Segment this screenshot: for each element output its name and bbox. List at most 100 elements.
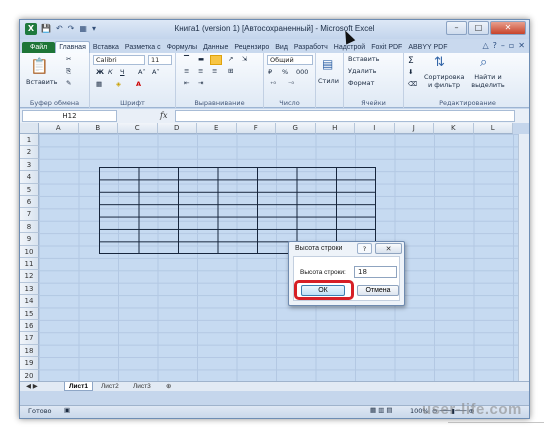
increase-indent-icon[interactable]: ⇥	[198, 79, 203, 88]
column-header-K[interactable]: K	[434, 123, 474, 134]
collapse-ribbon-icon[interactable]: △	[482, 41, 488, 50]
align-bottom-icon[interactable]	[210, 55, 222, 65]
tab-page-layout[interactable]: Разметка с	[122, 42, 164, 53]
fx-button[interactable]: fx	[160, 111, 167, 120]
sheet-tab-3[interactable]: Лист3	[129, 382, 155, 391]
ribbon-minimize-icon[interactable]: –	[501, 41, 505, 50]
format-cells-button[interactable]: Формат	[348, 79, 374, 88]
row-header-1[interactable]: 1	[20, 134, 39, 147]
sort-filter-icon[interactable]: ⇅	[434, 55, 445, 71]
tab-review[interactable]: Рецензиро	[231, 42, 272, 53]
dialog-help-button[interactable]: ?	[357, 243, 372, 254]
decrease-decimal-icon[interactable]: ⁻⁰	[288, 80, 294, 89]
tab-view[interactable]: Вид	[272, 42, 291, 53]
paste-button[interactable]: Вставить	[26, 78, 57, 87]
cancel-button[interactable]: Отмена	[357, 285, 399, 296]
row-header-2[interactable]: 2	[20, 146, 39, 159]
column-header-D[interactable]: D	[157, 123, 197, 134]
macro-record-icon[interactable]: ▣	[64, 406, 70, 415]
orientation-icon[interactable]: ↗	[228, 55, 233, 64]
column-header-J[interactable]: J	[394, 123, 434, 134]
styles-button[interactable]: Стили	[318, 77, 339, 86]
tab-file[interactable]: Файл	[22, 42, 56, 53]
merge-icon[interactable]: ⊞	[228, 67, 233, 76]
align-top-icon[interactable]: ▔	[184, 55, 189, 64]
font-size-box[interactable]: 11	[148, 55, 172, 65]
column-header-G[interactable]: G	[276, 123, 316, 134]
column-header-C[interactable]: C	[118, 123, 158, 134]
row-header-16[interactable]: 16	[20, 320, 39, 333]
worksheet-grid[interactable]: A B C D E F G H I J K L 1 2 3 4 5 6 7 8 9 10 11 12 13 14 15 16 17 18 1…	[20, 123, 529, 381]
row-header-13[interactable]: 13	[20, 282, 39, 296]
decrease-indent-icon[interactable]: ⇤	[184, 79, 189, 88]
delete-cells-button[interactable]: Удалить	[348, 67, 376, 76]
tab-abbyy[interactable]: ABBYY PDF	[405, 42, 450, 53]
view-buttons-icon[interactable]: ▦ ▥ ▤	[370, 406, 393, 415]
formula-input[interactable]	[175, 110, 515, 122]
font-name-box[interactable]: Calibri	[93, 55, 145, 65]
row-header-5[interactable]: 5	[20, 183, 39, 196]
sheet-tab-active[interactable]: Лист1	[64, 382, 93, 391]
format-painter-icon[interactable]: ✎	[66, 79, 71, 88]
sheet-tab-2[interactable]: Лист2	[97, 382, 123, 391]
number-format-box[interactable]: Общий	[267, 55, 313, 65]
column-header-B[interactable]: B	[78, 123, 118, 134]
currency-icon[interactable]: ₽	[268, 68, 272, 77]
row-header-6[interactable]: 6	[20, 196, 39, 209]
align-right-icon[interactable]: ≡	[212, 67, 217, 76]
grow-font-button[interactable]: A˄	[138, 68, 146, 77]
minimize-button[interactable]: –	[446, 21, 467, 35]
align-middle-icon[interactable]: ▬	[198, 55, 204, 64]
select-all-corner[interactable]	[20, 123, 39, 134]
underline-button[interactable]: Ч	[120, 68, 124, 77]
fill-color-icon[interactable]: ◈	[116, 80, 121, 89]
align-center-icon[interactable]: ≡	[198, 67, 203, 76]
tab-home[interactable]: Главная	[55, 41, 90, 53]
copy-icon[interactable]: ⎘	[66, 67, 71, 76]
tab-formulas[interactable]: Формулы	[164, 42, 200, 53]
row-header-9[interactable]: 9	[20, 233, 39, 246]
row-header-14[interactable]: 14	[20, 295, 39, 308]
align-left-icon[interactable]: ≡	[184, 67, 189, 76]
column-header-F[interactable]: F	[236, 123, 276, 134]
column-header-A[interactable]: A	[39, 123, 79, 134]
row-header-4[interactable]: 4	[20, 171, 39, 184]
name-box[interactable]: H12	[22, 110, 117, 122]
sort-filter-button[interactable]: Сортировка и фильтр	[424, 73, 465, 90]
tab-addins[interactable]: Надстрой	[331, 42, 368, 53]
shrink-font-button[interactable]: A˅	[152, 68, 160, 77]
row-header-15[interactable]: 15	[20, 307, 39, 320]
borders-icon[interactable]: ▦	[96, 80, 102, 89]
find-select-button[interactable]: Найти и выделить	[468, 73, 508, 90]
row-header-3[interactable]: 3	[20, 158, 39, 172]
ribbon-close-icon[interactable]: ✕	[518, 41, 525, 50]
percent-button[interactable]: %	[282, 68, 288, 77]
row-header-10[interactable]: 10	[20, 245, 39, 258]
row-header-19[interactable]: 19	[20, 357, 39, 370]
clear-icon[interactable]: ⌫	[408, 80, 417, 89]
row-header-8[interactable]: 8	[20, 220, 39, 234]
styles-icon[interactable]: ▤	[322, 57, 333, 71]
row-header-12[interactable]: 12	[20, 270, 39, 283]
column-header-L[interactable]: L	[473, 123, 513, 134]
cut-icon[interactable]: ✂	[66, 55, 71, 64]
column-header-H[interactable]: H	[315, 123, 355, 134]
wrap-text-icon[interactable]: ⇲	[242, 55, 247, 64]
row-header-17[interactable]: 17	[20, 332, 39, 345]
find-select-icon[interactable]: ⌕	[480, 55, 487, 71]
tab-insert[interactable]: Вставка	[90, 42, 122, 53]
paste-icon[interactable]: 📋	[30, 57, 49, 75]
row-header-20[interactable]: 20	[20, 369, 39, 381]
fill-icon[interactable]: ⬇	[408, 68, 413, 77]
row-header-18[interactable]: 18	[20, 344, 39, 358]
insert-cells-button[interactable]: Вставить	[348, 55, 379, 64]
maximize-button[interactable]: □	[468, 21, 489, 35]
tab-foxit[interactable]: Foxit PDF	[368, 42, 405, 53]
vertical-scrollbar[interactable]	[518, 134, 529, 381]
close-button[interactable]: ✕	[490, 21, 526, 35]
bold-button[interactable]: Ж	[96, 68, 104, 77]
tab-developer[interactable]: Разработч	[291, 42, 331, 53]
ok-button[interactable]: ОК	[301, 285, 345, 296]
font-color-icon[interactable]: A	[136, 80, 141, 89]
dialog-close-button[interactable]: ✕	[375, 243, 402, 254]
